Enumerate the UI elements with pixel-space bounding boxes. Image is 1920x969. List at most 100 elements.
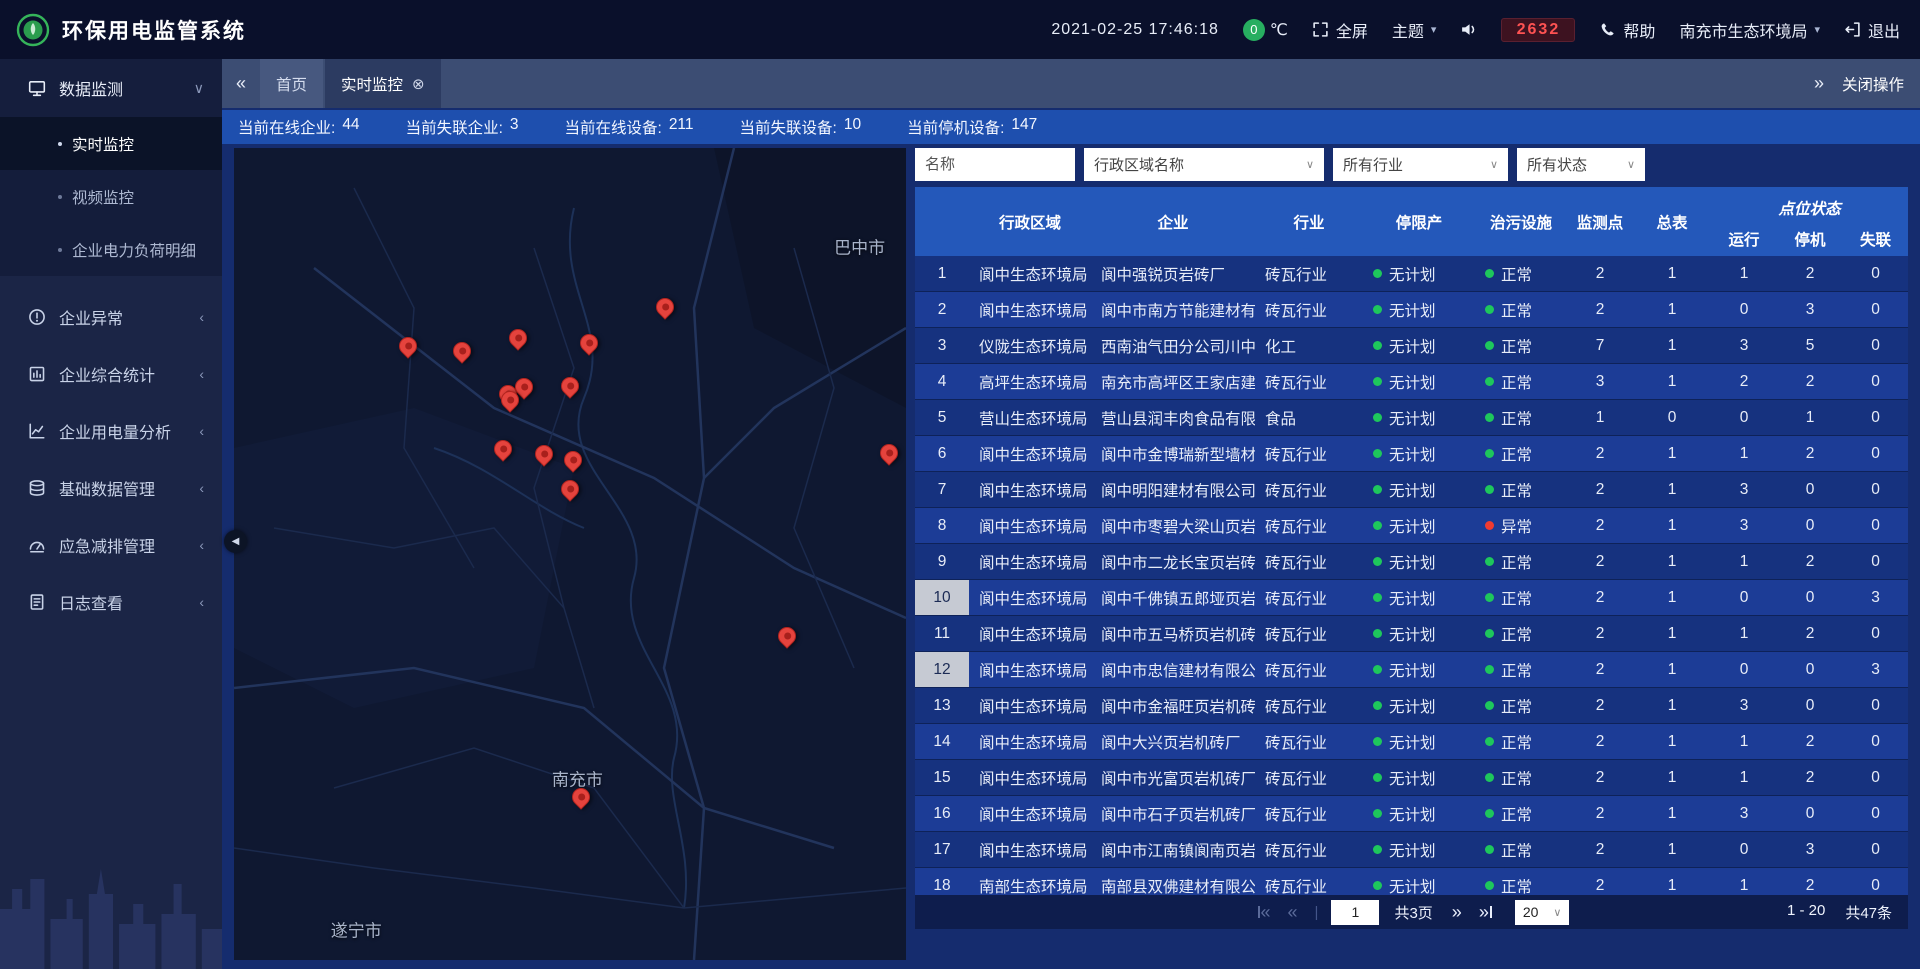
tab-close-icon[interactable]: ⊗ [412, 75, 425, 93]
cell-region: 阆中生态环境局 [969, 515, 1091, 537]
tabs-scroll-left-button[interactable]: « [222, 59, 260, 108]
sidebar-group-item[interactable]: 应急减排管理 ‹ [0, 516, 222, 573]
stats-bar: 当前在线企业: 44 当前失联企业: 3 当前在线设备: 211 当前失联设备:… [222, 110, 1920, 144]
table-row[interactable]: 14 阆中生态环境局 阆中大兴页岩机砖厂 砖瓦行业 无计划 正常 [915, 724, 1908, 760]
cell-lost: 0 [1843, 265, 1908, 283]
cell-monitor-points: 2 [1567, 769, 1633, 787]
cell-total-meter: 1 [1633, 769, 1711, 787]
page-size-select[interactable]: 20 ∨ [1515, 900, 1570, 925]
status-dot-icon [1373, 701, 1382, 710]
close-operations-button[interactable]: 关闭操作 [1842, 73, 1904, 95]
table-row[interactable]: 13 阆中生态环境局 阆中市金福旺页岩机砖 砖瓦行业 无计划 正常 [915, 688, 1908, 724]
tab[interactable]: 首页 ⊗ [260, 59, 323, 108]
sidebar-sub-label: 实时监控 [72, 133, 134, 155]
map-panel[interactable]: 巴中市 南充市 遂宁市 [234, 148, 906, 960]
first-page-button[interactable]: « [1254, 901, 1275, 923]
cell-monitor-points: 2 [1567, 553, 1633, 571]
status-dot-icon [1373, 413, 1382, 422]
status-dot-icon [1373, 305, 1382, 314]
fullscreen-button[interactable]: 全屏 [1312, 18, 1368, 42]
facility-status-label: 正常 [1501, 695, 1532, 717]
help-button[interactable]: 帮助 [1599, 18, 1655, 42]
status-dot-icon [1485, 413, 1494, 422]
org-menu-button[interactable]: 南充市生态环境局 ▾ [1679, 18, 1820, 42]
page-number-input[interactable] [1331, 900, 1379, 925]
pagination-controls: « « | 共3页 » » 20 ∨ [1254, 900, 1570, 925]
cell-monitor-points: 2 [1567, 877, 1633, 895]
sidebar-group-item[interactable]: 企业综合统计 ‹ [0, 345, 222, 402]
table-row[interactable]: 11 阆中生态环境局 阆中市五马桥页岩机砖 砖瓦行业 无计划 正常 [915, 616, 1908, 652]
table-row[interactable]: 12 阆中生态环境局 阆中市忠信建材有限公 砖瓦行业 无计划 正常 [915, 652, 1908, 688]
cell-industry: 砖瓦行业 [1255, 839, 1363, 861]
tabs-scroll-right-button[interactable]: » [1800, 73, 1838, 94]
page-title: 环保用电监管系统 [62, 15, 246, 45]
table-row[interactable]: 7 阆中生态环境局 阆中明阳建材有限公司 砖瓦行业 无计划 正常 [915, 472, 1908, 508]
next-page-button[interactable]: » [1448, 901, 1466, 923]
temperature-unit: ℃ [1270, 20, 1288, 40]
table-row[interactable]: 3 仪陇生态环境局 西南油气田分公司川中 化工 无计划 正常 [915, 328, 1908, 364]
table-row[interactable]: 18 南部生态环境局 南部县双佛建材有限公 砖瓦行业 无计划 正常 [915, 868, 1908, 895]
cell-monitor-points: 2 [1567, 589, 1633, 607]
status-dot-icon [1485, 665, 1494, 674]
cell-lost: 0 [1843, 805, 1908, 823]
industry-filter-select[interactable]: 所有行业 ∨ [1333, 148, 1508, 181]
region-filter-select[interactable]: 行政区域名称 ∨ [1084, 148, 1324, 181]
stop-status-label: 无计划 [1389, 371, 1436, 393]
table-row[interactable]: 2 阆中生态环境局 阆中市南方节能建材有 砖瓦行业 无计划 正常 [915, 292, 1908, 328]
last-page-button[interactable]: » [1475, 901, 1496, 923]
table-row[interactable]: 16 阆中生态环境局 阆中市石子页岩机砖厂 砖瓦行业 无计划 正常 [915, 796, 1908, 832]
col-header-point-status-group: 点位状态 [1711, 187, 1908, 221]
table-row[interactable]: 1 阆中生态环境局 阆中强锐页岩砖厂 砖瓦行业 无计划 正常 [915, 256, 1908, 292]
table-row[interactable]: 9 阆中生态环境局 阆中市二龙长宝页岩砖 砖瓦行业 无计划 正常 [915, 544, 1908, 580]
org-label: 南充市生态环境局 [1679, 18, 1807, 42]
cell-stop-status: 无计划 [1363, 767, 1475, 789]
tab[interactable]: 实时监控 ⊗ [325, 59, 441, 108]
cell-monitor-points: 2 [1567, 733, 1633, 751]
theme-menu-button[interactable]: 主题 ▾ [1392, 18, 1437, 42]
cell-halted: 3 [1777, 301, 1843, 319]
table-row[interactable]: 15 阆中生态环境局 阆中市光富页岩机砖厂 砖瓦行业 无计划 正常 [915, 760, 1908, 796]
brand: 环保用电监管系统 [16, 13, 246, 47]
cell-facility-status: 正常 [1475, 263, 1567, 285]
cell-stop-status: 无计划 [1363, 659, 1475, 681]
cell-stop-status: 无计划 [1363, 479, 1475, 501]
region-filter-value: 行政区域名称 [1094, 154, 1184, 175]
sidebar-group-item[interactable]: 日志查看 ‹ [0, 573, 222, 630]
cell-halted: 2 [1777, 625, 1843, 643]
status-filter-select[interactable]: 所有状态 ∨ [1517, 148, 1645, 181]
table-row[interactable]: 10 阆中生态环境局 阆中千佛镇五郎垭页岩 砖瓦行业 无计划 正常 [915, 580, 1908, 616]
status-dot-icon [1373, 629, 1382, 638]
announcement-button[interactable] [1460, 21, 1477, 38]
cell-running: 0 [1711, 841, 1777, 859]
cell-total-meter: 1 [1633, 697, 1711, 715]
sidebar-group-item[interactable]: 企业用电量分析 ‹ [0, 402, 222, 459]
sidebar-group-item[interactable]: 基础数据管理 ‹ [0, 459, 222, 516]
cell-monitor-points: 2 [1567, 445, 1633, 463]
table-row[interactable]: 4 高坪生态环境局 南充市高坪区王家店建 砖瓦行业 无计划 正常 [915, 364, 1908, 400]
table-row[interactable]: 6 阆中生态环境局 阆中市金博瑞新型墙材 砖瓦行业 无计划 正常 [915, 436, 1908, 472]
collapse-map-button[interactable]: ◀ [224, 530, 247, 553]
table-row[interactable]: 5 营山生态环境局 营山县润丰肉食品有限 食品 无计划 正常 [915, 400, 1908, 436]
cell-running: 0 [1711, 589, 1777, 607]
sidebar-group-item[interactable]: 数据监测 ∨ [0, 59, 222, 117]
status-dot-icon [1485, 449, 1494, 458]
cell-industry: 食品 [1255, 407, 1363, 429]
sidebar-sub-item[interactable]: 实时监控 [0, 117, 222, 170]
table-row[interactable]: 8 阆中生态环境局 阆中市枣碧大梁山页岩 砖瓦行业 无计划 异常 [915, 508, 1908, 544]
name-filter-input[interactable] [915, 148, 1075, 181]
status-dot-icon [1373, 845, 1382, 854]
cell-halted: 0 [1777, 661, 1843, 679]
cell-halted: 2 [1777, 877, 1843, 895]
city-label: 遂宁市 [331, 917, 382, 942]
logout-button[interactable]: 退出 [1844, 18, 1900, 42]
chevron-down-icon: ∨ [1306, 158, 1314, 171]
prev-page-button[interactable]: « [1284, 901, 1302, 923]
facility-status-label: 异常 [1501, 515, 1532, 537]
temperature: 0 ℃ [1243, 19, 1288, 41]
city-label: 巴中市 [834, 234, 885, 259]
table-row[interactable]: 17 阆中生态环境局 阆中市江南镇阆南页岩 砖瓦行业 无计划 正常 [915, 832, 1908, 868]
sidebar-sub-item[interactable]: 视频监控 [0, 170, 222, 223]
cell-halted: 2 [1777, 733, 1843, 751]
sidebar-group-item[interactable]: 企业异常 ‹ [0, 288, 222, 345]
sidebar-sub-item[interactable]: 企业电力负荷明细 [0, 223, 222, 276]
